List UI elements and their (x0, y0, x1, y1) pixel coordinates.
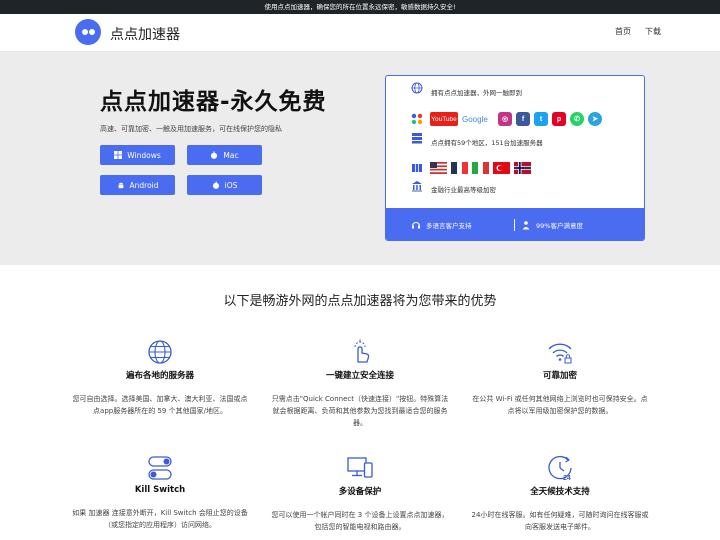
multilang-support: 多语言客户支持 (411, 208, 472, 240)
france-flag-icon (451, 162, 468, 174)
brand-name[interactable]: 点点加速器 (110, 24, 180, 44)
turkey-flag-icon (493, 162, 510, 174)
feature-kill-switch-desc: 如果 加速器 连接意外断开，Kill Switch 会阻止您的设备（或您指定的应… (72, 509, 248, 529)
twitter-icon: t (534, 112, 548, 126)
feature-servers-desc: 您可自由选择。选择美国、加拿大、澳大利亚、法国或点点app服务器所在的 59 个… (72, 395, 248, 415)
feature-one-click-desc: 只需点击"Quick Connect（快速连接）"按钮。特殊算法就会根据距离、负… (271, 395, 449, 427)
apple-icon (211, 151, 218, 159)
instagram-icon: ◎ (498, 112, 512, 126)
apple-icon (212, 181, 219, 189)
feature-card: 拥有点点加速器，外网一触即到 YouTube Google ◎ f t p ✆ … (385, 75, 645, 241)
whatsapp-icon: ✆ (570, 112, 584, 126)
feature-multi-device-desc: 您可以使用一个帐户同时在 3 个设备上设置点点加速器，包括您的智能电视和路由器。 (271, 511, 449, 531)
users-icon (522, 221, 530, 230)
feature-one-click: 一键建立安全连接 只需点击"Quick Connect（快速连接）"按钮。特殊算… (270, 338, 450, 429)
satisfaction: 99%客户满意度 (521, 208, 583, 240)
multilang-support-text: 多语言客户支持 (426, 222, 472, 230)
us-flag-icon (430, 162, 447, 174)
country-flags (430, 162, 531, 174)
globe-icon (148, 340, 172, 364)
top-notice-bar: 使用点点加速器，确保您的所在位置永远保密，敏感数据持久安全! (0, 0, 720, 14)
support-24-icon: 24 (548, 455, 572, 482)
card-row-servers-text: 点点拥有59个地区，151台加速服务器 (431, 139, 543, 147)
android-label: Android (129, 180, 159, 190)
hero-section: 点点加速器-永久免费 高速、可靠加密、一触及用加速服务，可在线保护您的隐私 Wi… (0, 52, 720, 265)
feature-support-desc: 24小时在线客服。如有任何疑难，可随时询问在线客服或向客服发送电子邮件。 (471, 511, 649, 531)
feature-encryption-title: 可靠加密 (542, 371, 577, 381)
feature-servers-title: 遍布各地的服务器 (125, 371, 194, 381)
bank-icon (412, 181, 422, 192)
windows-download-button[interactable]: Windows (100, 145, 175, 165)
card-row-access-text: 拥有点点加速器，外网一触即到 (431, 89, 522, 97)
ios-download-button[interactable]: iOS (187, 175, 262, 195)
globe-icon (411, 82, 423, 94)
hero-title: 点点加速器-永久免费 (100, 89, 327, 115)
wifi-lock-icon (548, 343, 572, 364)
google-icon: Google (462, 114, 488, 124)
telegram-icon: ➤ (588, 112, 602, 126)
ios-label: iOS (224, 180, 238, 190)
social-icons: YouTube Google ◎ f t p ✆ ➤ (430, 112, 602, 126)
top-notice-text: 使用点点加速器，确保您的所在位置永远保密，敏感数据持久安全! (264, 3, 456, 11)
svg-text:24: 24 (563, 475, 571, 482)
satisfaction-text: 99%客户满意度 (536, 222, 583, 230)
android-icon (118, 182, 123, 189)
feature-support-title: 全天候技术支持 (530, 487, 590, 497)
youtube-icon: YouTube (430, 112, 458, 126)
tap-icon (354, 339, 370, 363)
apps-icon (411, 113, 423, 125)
italy-flag-icon (472, 162, 489, 174)
android-download-button[interactable]: Android (100, 175, 175, 195)
toggle-icon (148, 456, 172, 480)
feature-encryption-desc: 在公共 Wi-Fi 或任何其他网络上浏览时也可保持安全。点点将以军用级加密保护您… (472, 395, 648, 415)
server-icon (412, 133, 422, 144)
card-footer: 多语言客户支持 99%客户满意度 (386, 208, 644, 240)
norway-flag-icon (514, 162, 531, 174)
mac-download-button[interactable]: Mac (187, 145, 262, 165)
headset-icon (412, 222, 420, 229)
pinterest-icon: p (552, 112, 566, 126)
navbar: 点点加速器 首页 下载 (0, 14, 720, 52)
feature-multi-device-title: 多设备保护 (338, 487, 382, 497)
windows-icon (114, 151, 123, 159)
footer-divider (514, 219, 515, 231)
hero-subtitle: 高速、可靠加密、一触及用加速服务，可在线保护您的隐私 (100, 125, 282, 133)
feature-kill-switch: Kill Switch 如果 加速器 连接意外断开，Kill Switch 会阻… (70, 454, 250, 531)
windows-label: Windows (127, 150, 161, 160)
nav-link-download[interactable]: 下载 (645, 26, 661, 37)
devices-icon (347, 457, 373, 478)
feature-kill-switch-title: Kill Switch (134, 485, 186, 495)
mac-label: Mac (223, 150, 239, 160)
feature-servers: 遍布各地的服务器 您可自由选择。选择美国、加拿大、澳大利亚、法国或点点app服务… (70, 338, 250, 417)
feature-support: 24 全天候技术支持 24小时在线客服。如有任何疑难，可随时询问在线客服或向客服… (470, 454, 650, 533)
facebook-icon: f (516, 112, 530, 126)
feature-one-click-title: 一键建立安全连接 (325, 371, 394, 381)
map-icon (412, 164, 422, 172)
card-row-encryption-text: 金融行业最高等级加密 (431, 186, 496, 194)
nav-link-home[interactable]: 首页 (615, 26, 631, 37)
benefits-title: 以下是畅游外网的点点加速器将为您带来的优势 (223, 294, 497, 309)
feature-multi-device: 多设备保护 您可以使用一个帐户同时在 3 个设备上设置点点加速器，包括您的智能电… (270, 454, 450, 533)
feature-encryption: 可靠加密 在公共 Wi-Fi 或任何其他网络上浏览时也可保持安全。点点将以军用级… (470, 338, 650, 417)
logo-icon[interactable] (75, 19, 101, 45)
